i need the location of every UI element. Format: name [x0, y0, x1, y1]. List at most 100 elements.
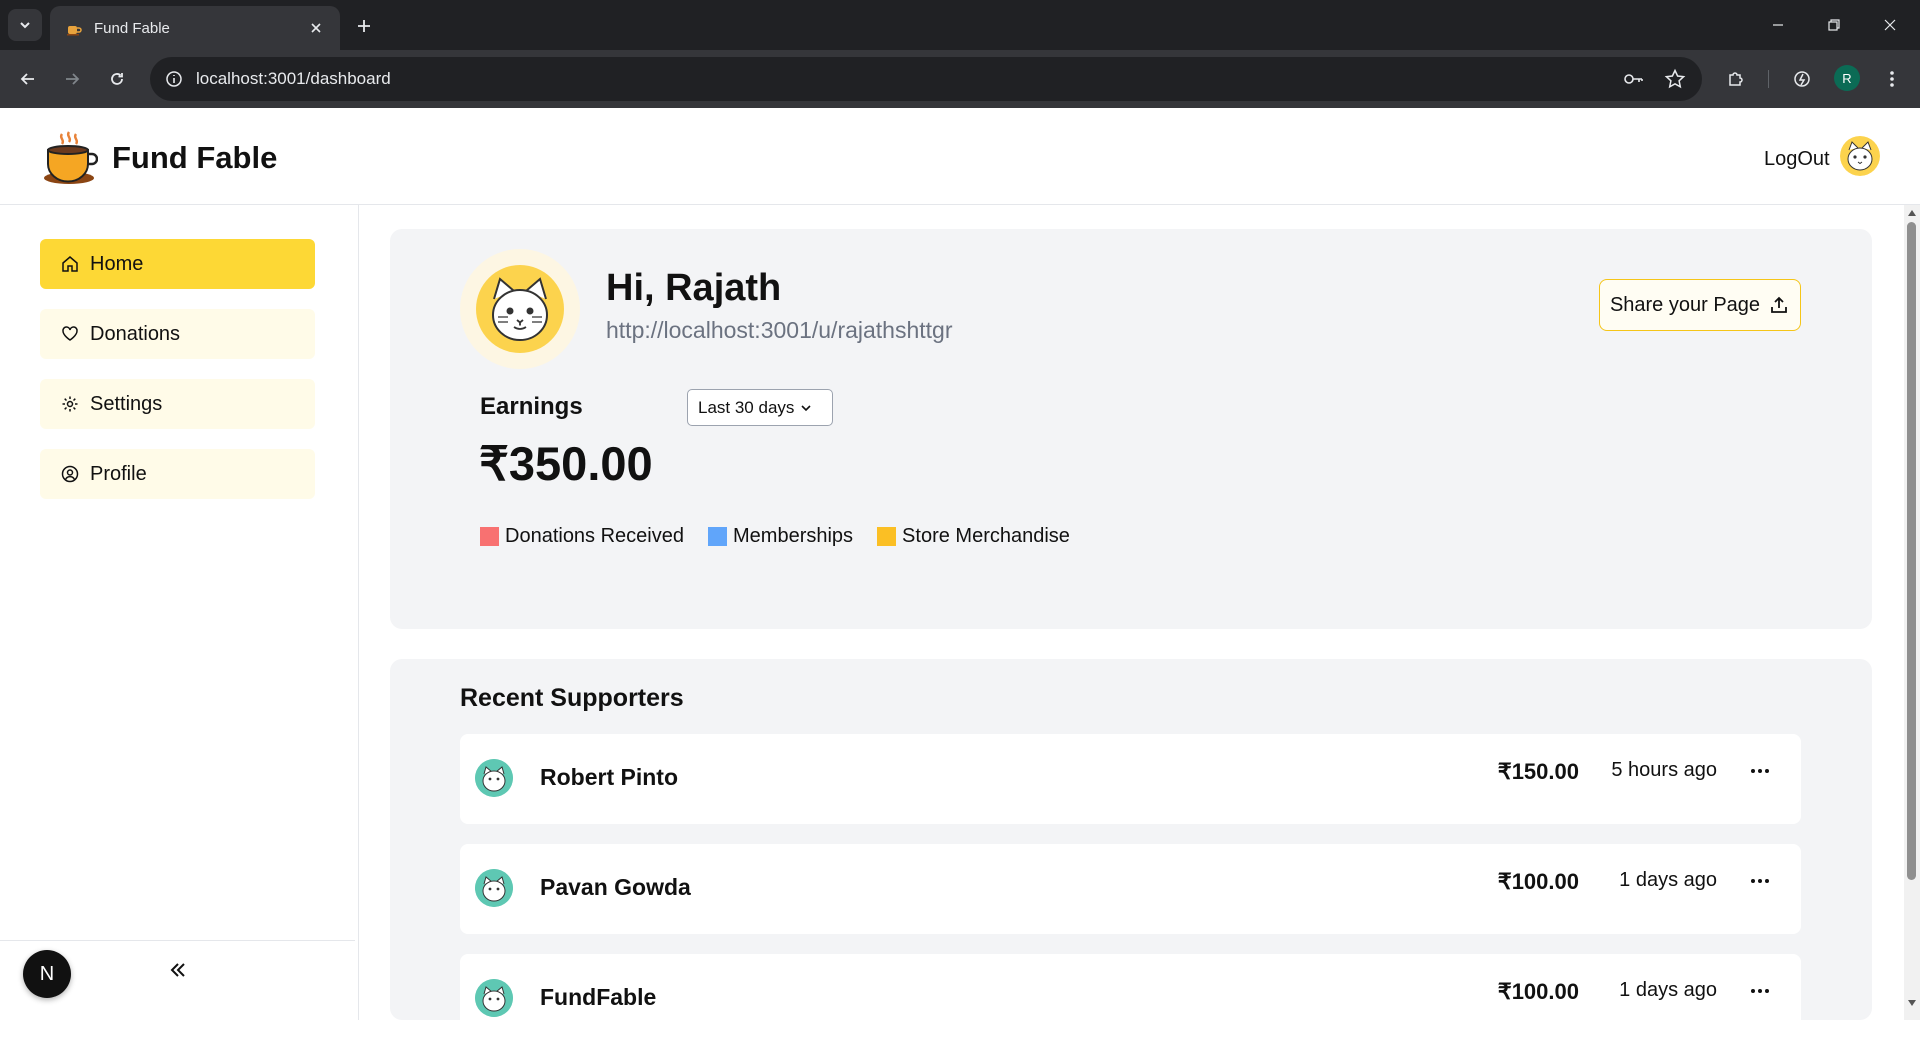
sidebar-divider	[0, 940, 355, 941]
sidebar-item-settings[interactable]: Settings	[40, 379, 315, 429]
forward-button[interactable]	[56, 63, 88, 95]
supporter-time: 1 days ago	[1619, 869, 1717, 891]
plus-icon	[358, 20, 370, 32]
restore-button[interactable]	[1806, 0, 1862, 50]
browser-toolbar: localhost:3001/dashboard R	[0, 50, 1920, 108]
legend-swatch	[708, 527, 727, 546]
legend-label: Donations Received	[505, 525, 684, 547]
new-tab-button[interactable]	[350, 12, 378, 40]
password-key-icon[interactable]	[1618, 64, 1648, 94]
sidebar-item-profile[interactable]: Profile	[40, 449, 315, 499]
sidebar-item-label: Home	[90, 252, 144, 275]
back-button[interactable]	[12, 63, 44, 95]
sidebar-item-label: Donations	[90, 322, 181, 345]
tab-search-button[interactable]	[8, 9, 42, 41]
date-range-value: Last 30 days	[698, 397, 795, 417]
share-page-button[interactable]: Share your Page	[1599, 279, 1801, 331]
supporter-row[interactable]: Pavan Gowda ₹100.00 1 days ago	[460, 844, 1801, 934]
address-bar[interactable]: localhost:3001/dashboard	[150, 57, 1702, 101]
scrollbar-thumb[interactable]	[1907, 222, 1916, 880]
kebab-menu-icon	[1890, 71, 1894, 87]
supporter-avatar	[475, 979, 513, 1017]
greeting-title: Hi, Rajath	[606, 267, 782, 309]
supporter-amount: ₹150.00	[1497, 759, 1579, 784]
heart-icon	[60, 324, 80, 344]
legend-item-memberships[interactable]: Memberships	[708, 525, 853, 548]
supporter-amount: ₹100.00	[1497, 979, 1579, 1004]
bookmark-star-icon[interactable]	[1660, 64, 1690, 94]
chevron-down-icon	[20, 22, 30, 29]
minimize-button[interactable]	[1750, 0, 1806, 50]
legend-item-donations[interactable]: Donations Received	[480, 525, 684, 548]
url-text[interactable]: localhost:3001/dashboard	[196, 69, 1618, 89]
ellipsis-icon	[1751, 989, 1769, 993]
scroll-up-arrow-icon[interactable]	[1905, 207, 1919, 219]
supporter-time: 1 days ago	[1619, 979, 1717, 1001]
dashboard-hero-card: Hi, Rajath http://localhost:3001/u/rajat…	[390, 229, 1872, 629]
row-options-button[interactable]	[1745, 756, 1775, 786]
sidebar-item-home[interactable]: Home	[40, 239, 315, 289]
sidebar-item-label: Profile	[90, 462, 147, 485]
cat-avatar-icon	[475, 869, 513, 907]
supporter-time: 5 hours ago	[1611, 759, 1717, 781]
earnings-amount: ₹350.00	[479, 437, 653, 490]
sidebar-item-label: Settings	[90, 392, 163, 415]
coffee-cup-logo-icon[interactable]	[40, 130, 98, 188]
supporter-avatar	[475, 759, 513, 797]
supporter-name: Robert Pinto	[540, 764, 678, 790]
supporter-name: Pavan Gowda	[540, 874, 691, 900]
reload-button[interactable]	[101, 63, 133, 95]
legend-swatch	[480, 527, 499, 546]
browser-menu-button[interactable]	[1876, 63, 1908, 95]
extensions-button[interactable]	[1720, 63, 1752, 95]
ellipsis-icon	[1751, 769, 1769, 773]
close-tab-icon[interactable]	[306, 18, 326, 38]
minimize-icon	[1773, 24, 1783, 26]
arrow-right-icon	[66, 73, 80, 85]
legend-swatch	[877, 527, 897, 546]
speedometer-icon	[1794, 71, 1810, 87]
upload-share-icon	[1768, 294, 1790, 316]
nextjs-dev-badge[interactable]: N	[23, 950, 71, 998]
share-button-label: Share your Page	[1609, 293, 1761, 316]
app-header: Fund Fable LogOut	[0, 108, 1920, 205]
collapse-sidebar-button[interactable]	[163, 955, 193, 985]
logout-button[interactable]: LogOut	[1764, 148, 1830, 171]
tab-title: Fund Fable	[94, 19, 170, 37]
close-icon	[1884, 19, 1896, 31]
toolbar-divider	[1768, 70, 1769, 88]
browser-tab-bar: Fund Fable	[0, 0, 1920, 50]
cat-avatar-icon	[475, 759, 513, 797]
public-page-url[interactable]: http://localhost:3001/u/rajathshttgr	[606, 317, 953, 344]
legend-item-merchandise[interactable]: Store Merchandise	[877, 525, 1070, 548]
date-range-select[interactable]: Last 30 days	[687, 389, 833, 426]
puzzle-icon	[1729, 72, 1743, 86]
sidebar: Home Donations Settings Profile N	[0, 205, 359, 1020]
browser-profile-avatar[interactable]: R	[1834, 65, 1860, 91]
restore-icon	[1828, 19, 1840, 31]
cat-avatar-icon	[475, 979, 513, 1017]
gear-icon	[60, 394, 80, 414]
recent-supporters-title: Recent Supporters	[460, 684, 684, 712]
earnings-label: Earnings	[480, 393, 583, 420]
double-chevron-left-icon	[170, 963, 185, 977]
user-avatar[interactable]	[1840, 136, 1880, 176]
performance-button[interactable]	[1786, 63, 1818, 95]
user-circle-icon	[60, 464, 80, 484]
chevron-down-icon	[800, 401, 814, 415]
supporter-row[interactable]: FundFable ₹100.00 1 days ago	[460, 954, 1801, 1044]
browser-tab[interactable]: Fund Fable	[50, 6, 340, 50]
supporter-row[interactable]: Robert Pinto ₹150.00 5 hours ago	[460, 734, 1801, 824]
row-options-button[interactable]	[1745, 866, 1775, 896]
site-info-icon[interactable]	[162, 67, 186, 91]
close-window-button[interactable]	[1862, 0, 1918, 50]
scroll-down-arrow-icon[interactable]	[1905, 997, 1919, 1009]
supporter-avatar	[475, 869, 513, 907]
supporter-amount: ₹100.00	[1497, 869, 1579, 894]
cat-avatar-icon	[1840, 136, 1880, 176]
arrow-left-icon	[20, 73, 34, 85]
row-options-button[interactable]	[1745, 976, 1775, 1006]
sidebar-item-donations[interactable]: Donations	[40, 309, 315, 359]
profile-avatar	[460, 249, 580, 369]
brand-name[interactable]: Fund Fable	[112, 140, 277, 176]
